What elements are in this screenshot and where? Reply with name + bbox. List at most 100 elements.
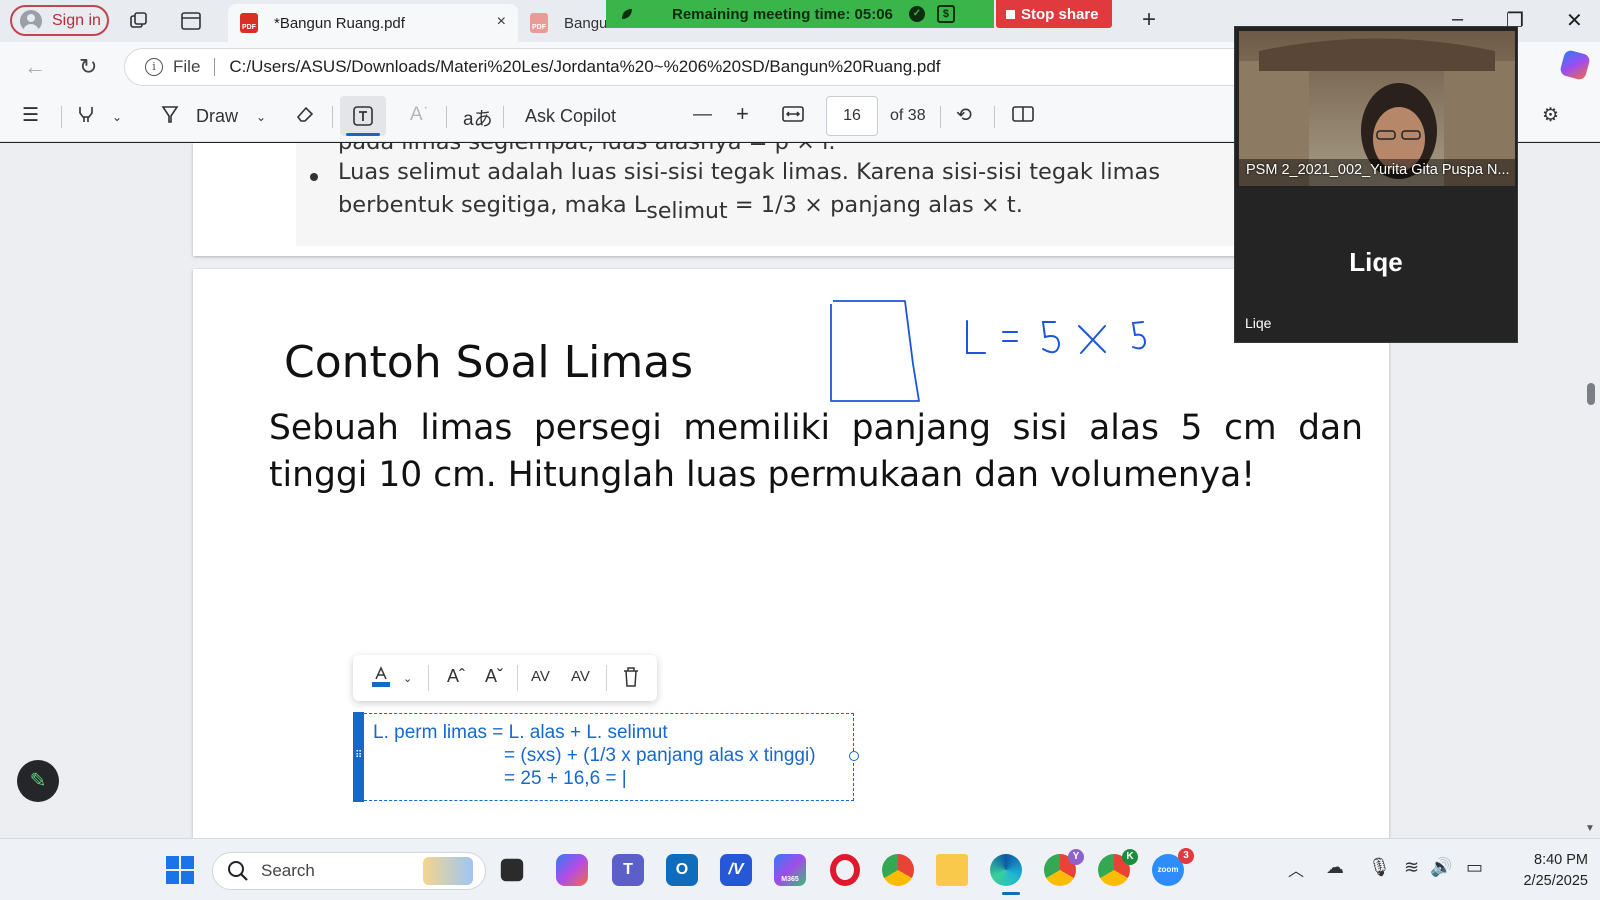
ask-copilot-button[interactable]: Ask Copilot [525, 106, 616, 127]
workspaces-icon[interactable] [128, 10, 150, 32]
scroll-down-icon[interactable]: ▼ [1585, 823, 1595, 834]
url-text[interactable]: C:/Users/ASUS/Downloads/Materi%20Les/Jor… [229, 57, 940, 77]
file-label: File [173, 57, 201, 76]
chevron-down-icon[interactable]: ⌄ [256, 110, 266, 124]
fit-width-icon[interactable] [782, 104, 804, 130]
search-icon [228, 861, 248, 881]
subscript-text: selimut [646, 199, 728, 224]
delete-icon[interactable] [621, 666, 641, 693]
increase-spacing-icon[interactable]: AV [531, 668, 550, 685]
shield-icon: ✓ [908, 6, 925, 22]
settings-gear-icon[interactable]: ⚙ [1542, 104, 1559, 127]
close-window-icon[interactable]: ✕ [1566, 8, 1583, 33]
search-highlight-icon [423, 857, 473, 885]
divider [994, 106, 995, 128]
page-view-icon[interactable] [1012, 104, 1034, 130]
tab-bangun-ruang[interactable]: PDF *Bangun Ruang.pdf × [228, 4, 518, 42]
decrease-spacing-icon[interactable]: AV [571, 668, 590, 685]
translate-icon[interactable]: aあ [463, 104, 493, 131]
zoom-out-icon[interactable]: — [693, 104, 712, 126]
whiteboard-icon[interactable]: /V [720, 854, 752, 886]
teams-icon[interactable]: T [612, 854, 644, 886]
divider [428, 665, 429, 691]
meeting-time-bar: Remaining meeting time: 05:06 ✓ $ [606, 0, 994, 28]
text-annotation-line: L. perm limas = L. alas + L. selimut [373, 722, 668, 743]
read-aloud-icon[interactable]: A͘ [410, 104, 423, 126]
volume-icon[interactable]: 🔊 [1430, 857, 1452, 878]
outlook-icon[interactable]: O [666, 854, 698, 886]
profile-badge: Y [1068, 849, 1084, 865]
pdf-page-16: Contoh Soal Limas Sebuah limas persegi m… [193, 269, 1389, 838]
notification-badge: 3 [1178, 848, 1194, 864]
divider [446, 106, 447, 128]
increase-font-icon[interactable]: Aˆ [447, 666, 465, 687]
opera-icon[interactable] [830, 854, 860, 886]
m365-icon[interactable]: M365 [774, 854, 806, 886]
remaining-meeting-time: Remaining meeting time: 05:06 [672, 5, 893, 23]
stop-share-button[interactable]: Stop share [996, 0, 1112, 28]
pdf-page-15: pada limas segiempat, luas alasnya = p ×… [193, 143, 1389, 256]
profile-avatar-icon [20, 9, 42, 32]
chrome-icon[interactable] [882, 854, 914, 886]
draw-label[interactable]: Draw [196, 106, 238, 127]
contents-icon[interactable]: ☰ [22, 104, 39, 127]
chevron-down-icon[interactable]: ⌄ [112, 110, 122, 124]
taskbar: Search T O /V M365 Y K zoom 3 ︿ ☁ 🎙 ≋ 🔊 … [0, 838, 1600, 900]
text-annotation-box[interactable]: ⠿ L. perm limas = L. alas + L. selimut =… [353, 712, 859, 802]
divider [61, 106, 62, 128]
sign-in-button[interactable]: Sign in [10, 5, 109, 36]
taskbar-search[interactable]: Search [212, 852, 486, 890]
pdf-file-icon: PDF [530, 13, 548, 33]
address-bar[interactable]: i File C:/Users/ASUS/Downloads/Materi%20… [124, 48, 1264, 86]
rotate-icon[interactable]: ⟲ [956, 104, 972, 127]
eraser-icon[interactable] [295, 104, 315, 130]
copilot-app-icon[interactable] [556, 854, 588, 886]
tab-close-icon[interactable]: × [497, 13, 506, 31]
microphone-icon[interactable]: 🎙 [1368, 857, 1391, 878]
draw-icon[interactable] [160, 104, 180, 130]
text-run: berbentuk segitiga, maka L [338, 192, 647, 218]
edge-icon[interactable] [990, 854, 1022, 886]
onedrive-icon[interactable]: ☁ [1326, 857, 1344, 878]
windows-start-icon[interactable] [164, 854, 196, 886]
resize-handle[interactable] [849, 751, 859, 761]
tab-actions-icon[interactable] [180, 10, 202, 32]
stop-icon [1006, 9, 1015, 19]
drag-handle-icon[interactable]: ⠿ [355, 750, 362, 761]
info-icon[interactable]: i [145, 58, 163, 76]
vertical-scrollbar[interactable]: ▲ ▼ [1582, 143, 1600, 838]
leaf-icon [622, 9, 632, 19]
add-text-button[interactable] [340, 96, 386, 136]
divider [606, 665, 607, 691]
edit-pen-button[interactable]: ✎ [17, 760, 59, 802]
sign-in-label: Sign in [52, 11, 101, 29]
dollar-icon: $ [936, 5, 955, 23]
zoom-video-panel[interactable]: PSM 2_2021_002_Yurita Gita Puspa N... Li… [1234, 26, 1518, 343]
scroll-thumb[interactable] [1587, 383, 1595, 405]
wifi-icon[interactable]: ≋ [1404, 857, 1419, 878]
new-tab-icon[interactable]: + [1142, 6, 1156, 34]
system-clock[interactable]: 8:40 PM 2/25/2025 [1506, 850, 1588, 892]
task-view-icon[interactable] [500, 858, 524, 882]
page-text-line: pada limas segiempat, luas alasnya = p ×… [338, 143, 836, 155]
profile-badge: K [1122, 849, 1138, 865]
battery-icon[interactable]: ▭ [1466, 857, 1483, 878]
show-hidden-icons-icon[interactable]: ︿ [1288, 857, 1304, 881]
pdf-file-icon: PDF [240, 13, 258, 33]
highlight-icon[interactable] [76, 104, 96, 130]
chevron-down-icon[interactable]: ⌄ [403, 672, 412, 685]
page-text-line: berbentuk segitiga, maka Lselimut = 1/3 … [338, 192, 1023, 224]
tab-bangun-2[interactable]: PDF Bangun [526, 4, 616, 42]
file-explorer-icon[interactable] [936, 854, 968, 886]
copilot-icon[interactable] [1559, 49, 1591, 81]
decrease-font-icon[interactable]: Aˇ [485, 666, 503, 687]
search-label: Search [261, 861, 315, 880]
refresh-icon[interactable]: ↻ [79, 54, 97, 80]
clock-date: 2/25/2025 [1523, 873, 1588, 889]
font-color-icon[interactable] [371, 666, 391, 693]
back-icon[interactable]: ← [24, 54, 46, 80]
active-app-indicator [1002, 892, 1020, 895]
page-text-line: Luas selimut adalah luas sisi-sisi tegak… [338, 159, 1161, 185]
page-number-input[interactable]: 16 [826, 96, 878, 136]
zoom-in-icon[interactable]: + [736, 101, 749, 127]
